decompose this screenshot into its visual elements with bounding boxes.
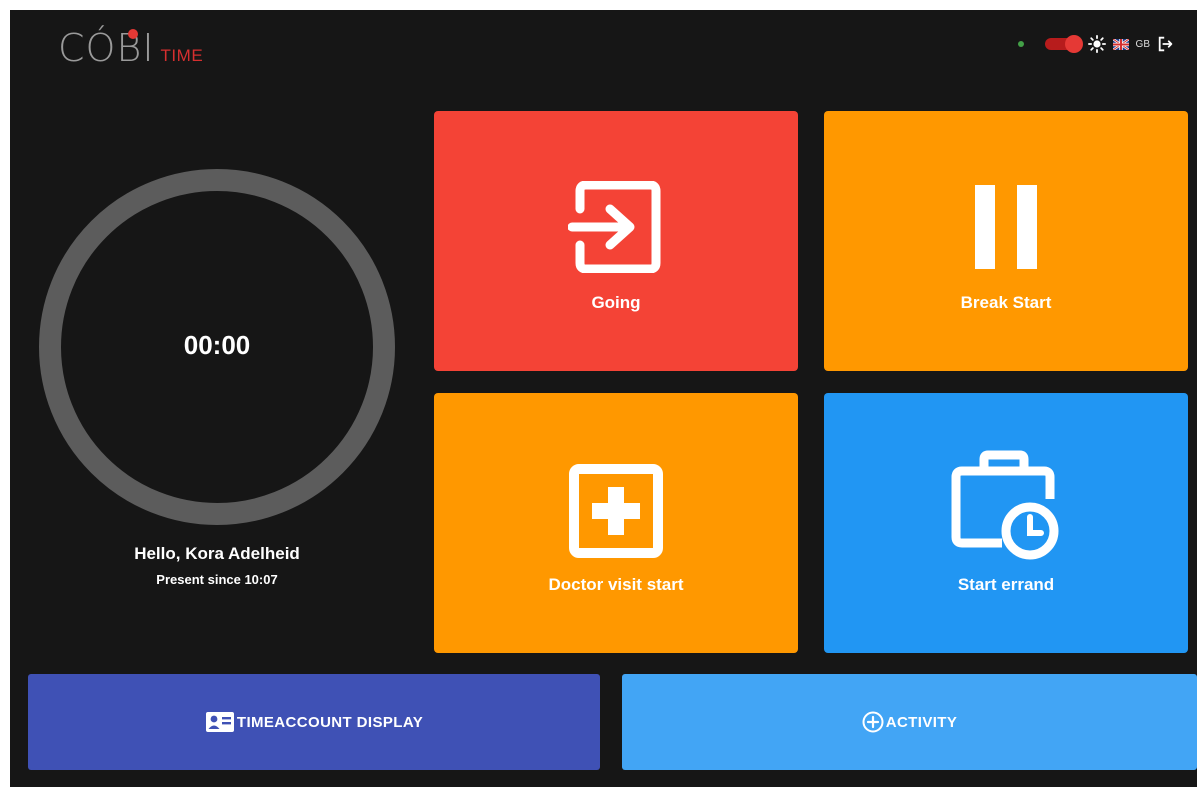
theme-toggle[interactable] xyxy=(1044,35,1083,53)
activity-label: ACTIVITY xyxy=(885,713,958,731)
logo-main-text: CÓBI xyxy=(58,26,155,70)
exit-icon xyxy=(568,181,661,273)
timer-display: 00:00 xyxy=(183,330,251,360)
logo-dot xyxy=(128,29,138,39)
going-button[interactable]: Going xyxy=(434,111,798,371)
break-start-button[interactable]: Break Start xyxy=(824,111,1188,371)
break-start-label: Break Start xyxy=(960,293,1052,312)
online-status-icon xyxy=(1017,41,1024,47)
uk-flag-icon[interactable] xyxy=(1112,38,1129,50)
language-code[interactable]: GB xyxy=(1136,39,1150,50)
app-logo: CÓBI TIME xyxy=(58,26,203,70)
present-since-text: Present since 10:07 xyxy=(156,572,278,587)
app-screen: CÓBI TIME GB 00:00 Hello, Kora Adelheid … xyxy=(10,10,1197,787)
briefcase-clock-icon xyxy=(951,450,1059,560)
doctor-visit-start-label: Doctor visit start xyxy=(548,575,684,594)
timeaccount-display-label: TIMEACCOUNT DISPLAY xyxy=(236,713,424,731)
activity-button[interactable]: ACTIVITY xyxy=(622,674,1197,770)
logout-icon[interactable] xyxy=(1157,35,1175,53)
sun-icon[interactable] xyxy=(1087,35,1106,53)
timeaccount-display-button[interactable]: TIMEACCOUNT DISPLAY xyxy=(28,674,600,770)
header-status-bar: GB xyxy=(1017,34,1175,54)
medical-cross-icon xyxy=(569,464,663,558)
start-errand-label: Start errand xyxy=(957,575,1055,594)
logo-sub-text: TIME xyxy=(160,46,204,65)
greeting-text: Hello, Kora Adelheid xyxy=(134,544,300,563)
going-label: Going xyxy=(591,293,641,312)
pause-icon xyxy=(975,185,1037,269)
plus-circle-icon xyxy=(862,711,884,733)
start-errand-button[interactable]: Start errand xyxy=(824,393,1188,653)
id-card-icon xyxy=(205,712,234,732)
doctor-visit-start-button[interactable]: Doctor visit start xyxy=(434,393,798,653)
